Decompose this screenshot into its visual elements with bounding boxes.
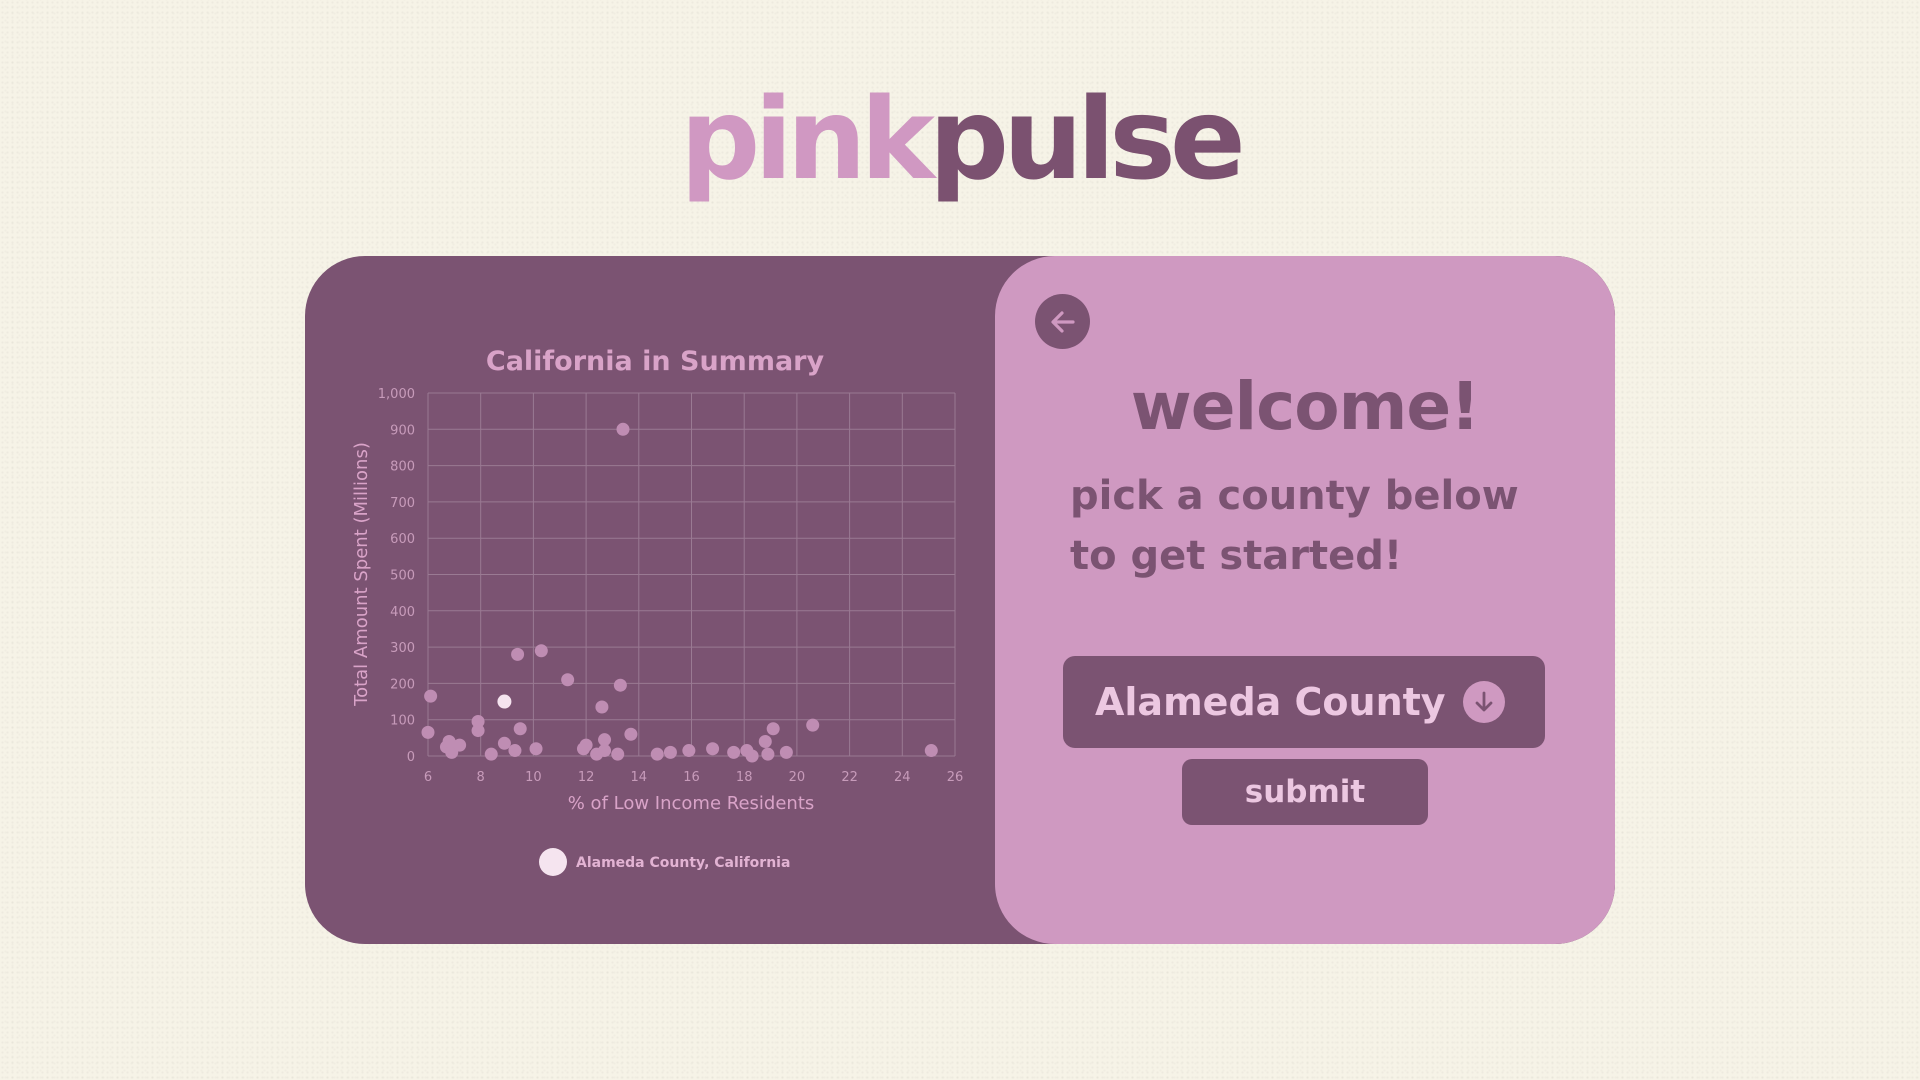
legend-label: Alameda County, California <box>576 855 790 871</box>
x-tick-label: 16 <box>683 770 700 785</box>
highlighted-point-alameda <box>497 694 512 709</box>
x-tick-label: 14 <box>631 770 648 785</box>
data-point <box>663 745 677 759</box>
data-point <box>453 738 467 752</box>
x-tick-label: 12 <box>578 770 595 785</box>
scatter-chart: California in Summary 6 8 10 12 14 16 18 20 22 24 2… <box>351 346 964 876</box>
data-point <box>616 422 630 436</box>
welcome-panel: welcome! pick a county below to get star… <box>995 256 1615 944</box>
data-point <box>613 678 627 692</box>
y-tick-label: 1,000 <box>378 387 415 402</box>
county-select-value: Alameda County <box>1095 680 1446 724</box>
x-tick-label: 8 <box>477 770 485 785</box>
x-tick-label: 10 <box>525 770 542 785</box>
data-point <box>624 727 638 741</box>
data-point <box>650 747 664 761</box>
data-point <box>484 747 498 761</box>
data-point <box>421 725 435 739</box>
data-point <box>611 747 625 761</box>
logo-part-pulse: pulse <box>928 75 1246 205</box>
data-point <box>598 733 612 747</box>
y-tick-label: 100 <box>390 714 415 729</box>
data-point <box>761 747 775 761</box>
data-point <box>745 749 759 763</box>
y-tick-label: 0 <box>407 750 415 765</box>
data-point <box>706 742 720 756</box>
y-tick-label: 800 <box>390 460 415 475</box>
data-point <box>511 647 525 661</box>
x-tick-label: 20 <box>789 770 806 785</box>
data-point <box>924 744 938 758</box>
x-tick-label: 24 <box>894 770 911 785</box>
y-tick-label: 700 <box>390 496 415 511</box>
pinkpulse-logo: pinkpulse <box>0 80 1920 200</box>
data-point <box>513 722 527 736</box>
data-point <box>766 722 780 736</box>
x-tick-label: 18 <box>736 770 753 785</box>
county-select[interactable]: Alameda County <box>1063 656 1545 748</box>
y-tick-label: 300 <box>390 641 415 656</box>
chart-title: California in Summary <box>486 346 825 377</box>
data-point <box>534 644 548 658</box>
data-point <box>682 744 696 758</box>
y-tick-label: 900 <box>390 423 415 438</box>
welcome-heading: welcome! <box>1130 368 1480 445</box>
data-point <box>508 744 522 758</box>
data-point <box>424 689 438 703</box>
back-button[interactable] <box>1035 294 1090 349</box>
data-point <box>595 700 609 714</box>
data-point <box>779 745 793 759</box>
logo-part-pink: pink <box>680 75 935 205</box>
arrow-down-circle-icon <box>1463 681 1505 723</box>
arrow-left-icon <box>1050 310 1075 333</box>
y-tick-label: 400 <box>390 605 415 620</box>
instruction-text: pick a county below to get started! <box>1070 473 1519 579</box>
x-tick-label: 6 <box>424 770 432 785</box>
data-point <box>561 673 575 687</box>
submit-button[interactable]: submit <box>1182 759 1428 825</box>
y-tick-label: 500 <box>390 569 415 584</box>
data-point <box>727 745 741 759</box>
y-tick-label: 200 <box>390 677 415 692</box>
data-point <box>497 736 511 750</box>
data-point <box>529 742 543 756</box>
data-point <box>579 738 593 752</box>
y-axis-title: Total Amount Spent (Millions) <box>351 442 372 707</box>
data-point <box>471 715 485 729</box>
data-point <box>758 734 772 748</box>
main-card: California in Summary 6 8 10 12 14 16 18 20 22 24 2… <box>305 256 1615 944</box>
x-tick-label: 26 <box>947 770 964 785</box>
data-point <box>806 718 820 732</box>
legend-marker <box>539 848 567 876</box>
x-tick-label: 22 <box>841 770 858 785</box>
y-tick-label: 600 <box>390 532 415 547</box>
x-axis-title: % of Low Income Residents <box>568 793 815 814</box>
